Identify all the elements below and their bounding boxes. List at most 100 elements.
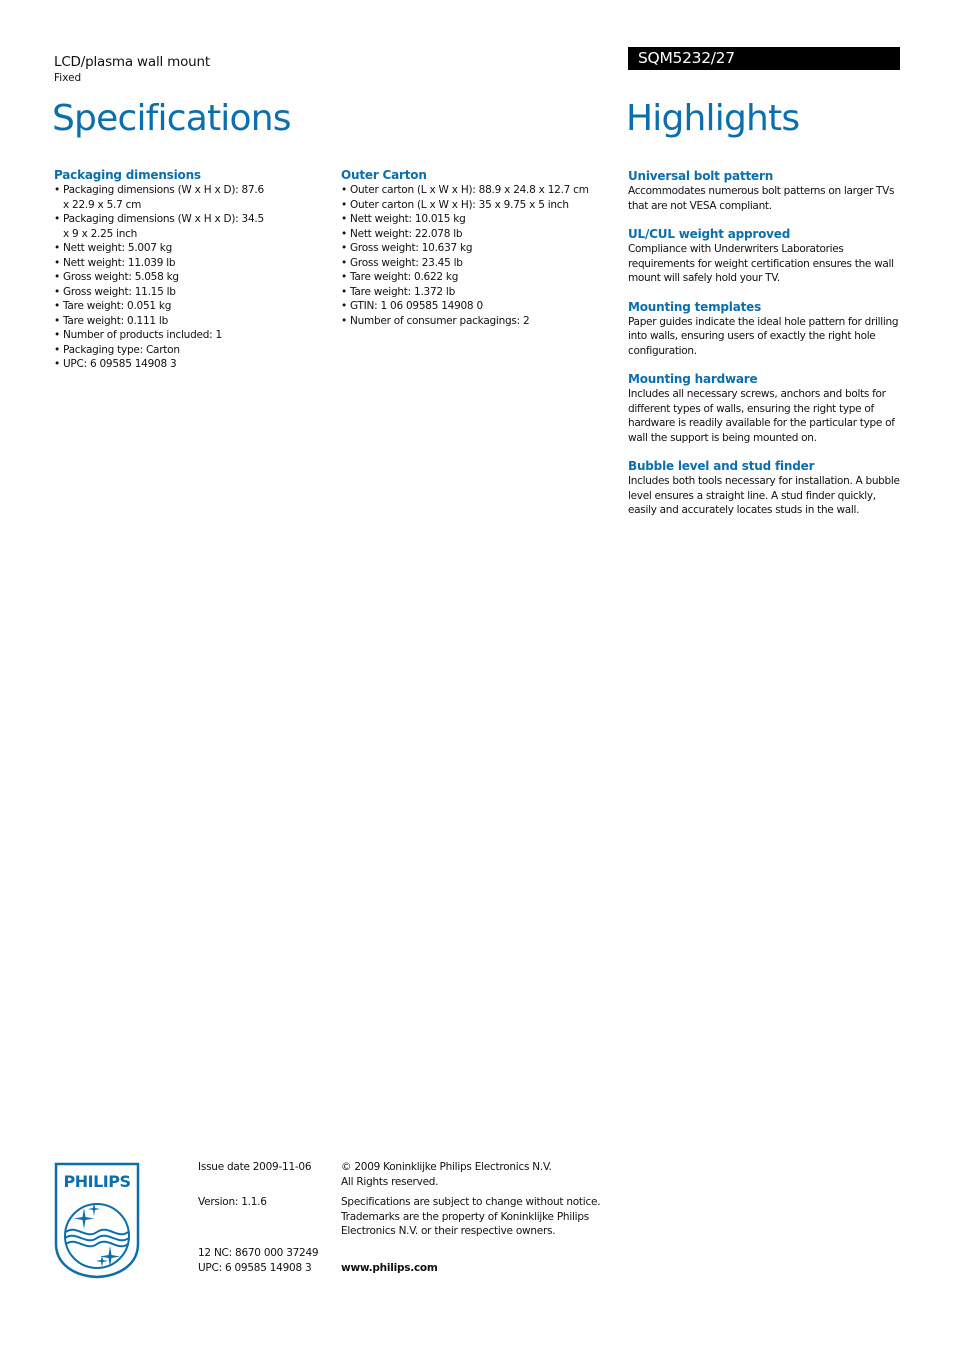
rights-line: All Rights reserved. (341, 1175, 439, 1188)
bullet-icon: • (54, 300, 60, 312)
bullet-icon: • (54, 314, 60, 327)
issue-date: Issue date 2009-11-06 (198, 1161, 312, 1173)
spec-item: • Gross weight: 10.637 kg (341, 241, 621, 256)
bullet-icon: • (341, 314, 347, 327)
highlight-title: UL/CUL weight approved (628, 227, 791, 241)
bullet-icon: • (54, 256, 60, 269)
spec-item: • Gross weight: 23.45 lb (341, 256, 621, 271)
highlight-body: Includes both tools necessary for instal… (628, 475, 900, 516)
highlight-item: Mounting hardware Includes all necessary… (628, 372, 903, 445)
highlight-item: Universal bolt pattern Accommodates nume… (628, 169, 903, 213)
spec-text: GTIN: 1 06 09585 14908 0 (350, 300, 483, 312)
bullet-icon: • (54, 343, 60, 356)
12nc-code: 12 NC: 8670 000 37249 (198, 1247, 319, 1259)
bullet-icon: • (54, 213, 60, 225)
specifications-title: Specifications (52, 98, 292, 139)
spec-text: Outer carton (L x W x H): 35 x 9.75 x 5 … (350, 198, 569, 211)
spec-item: • Nett weight: 22.078 lb (341, 227, 621, 242)
highlight-body: Accommodates numerous bolt patterns on l… (628, 185, 895, 212)
highlight-item: Bubble level and stud finder Includes bo… (628, 459, 903, 518)
spec-item: • Nett weight: 5.007 kg (54, 241, 269, 256)
philips-shield-icon: PHILIPS (54, 1162, 140, 1279)
logo-wordmark: PHILIPS (64, 1172, 131, 1191)
highlight-body: Paper guides indicate the ideal hole pat… (628, 315, 899, 357)
spec-text: Gross weight: 11.15 lb (63, 285, 176, 298)
spec-text: Packaging type: Carton (63, 343, 180, 356)
bullet-icon: • (341, 271, 347, 283)
philips-logo: PHILIPS (54, 1162, 140, 1279)
section-title: Outer Carton (341, 168, 427, 182)
website-link[interactable]: www.philips.com (341, 1261, 438, 1276)
spec-text: Gross weight: 10.637 kg (350, 242, 473, 254)
bullet-icon: • (54, 184, 60, 196)
spec-item: • Gross weight: 11.15 lb (54, 285, 269, 300)
spec-text: Nett weight: 10.015 kg (350, 213, 466, 225)
bullet-icon: • (54, 285, 60, 298)
spec-item: • Nett weight: 11.039 lb (54, 256, 269, 271)
copyright: © 2009 Koninklijke Philips Electronics N… (341, 1160, 611, 1189)
highlight-item: Mounting templates Paper guides indicate… (628, 300, 903, 359)
copyright-line: © 2009 Koninklijke Philips Electronics N… (341, 1161, 552, 1173)
spec-item: • Number of products included: 1 (54, 328, 269, 343)
spec-item: • Outer carton (L x W x H): 88.9 x 24.8 x… (341, 183, 621, 198)
bullet-icon: • (341, 285, 347, 298)
spec-item: • UPC: 6 09585 14908 3 (54, 357, 269, 372)
bullet-icon: • (54, 358, 60, 370)
spec-text: Packaging dimensions (W x H x D): 34.5 x… (63, 213, 264, 240)
spec-item: • Tare weight: 1.372 lb (341, 285, 621, 300)
spec-item: • Tare weight: 0.051 kg (54, 299, 269, 314)
highlights-title: Highlights (626, 98, 800, 139)
spec-item: • Packaging dimensions (W x H x D): 34.5 … (54, 212, 269, 241)
spec-item: • Tare weight: 0.622 kg (341, 270, 621, 285)
spec-item: • Tare weight: 0.111 lb (54, 314, 269, 329)
spec-text: Tare weight: 0.622 kg (350, 271, 459, 283)
bullet-icon: • (341, 184, 347, 196)
highlight-body: Compliance with Underwriters Laboratorie… (628, 243, 894, 284)
highlights-list: Universal bolt pattern Accommodates nume… (628, 169, 903, 532)
upc-code: UPC: 6 09585 14908 3 (198, 1262, 312, 1274)
spec-text: Packaging dimensions (W x H x D): 87.6 x… (63, 184, 264, 211)
spec-item: • Packaging dimensions (W x H x D): 87.6 … (54, 183, 269, 212)
spec-list: • Outer carton (L x W x H): 88.9 x 24.8 x… (341, 183, 621, 328)
highlight-title: Bubble level and stud finder (628, 459, 815, 473)
spec-text: Tare weight: 0.051 kg (63, 300, 172, 312)
disclaimer: Specifications are subject to change wit… (341, 1196, 601, 1237)
bullet-icon: • (341, 242, 347, 254)
spec-text: Number of consumer packagings: 2 (350, 314, 530, 327)
product-type: LCD/plasma wall mount (54, 54, 210, 70)
bullet-icon: • (54, 329, 60, 341)
bullet-icon: • (341, 213, 347, 225)
bullet-icon: • (341, 227, 347, 240)
packaging-dimensions-section: Packaging dimensions • Packaging dimensio… (54, 167, 324, 372)
spec-text: Nett weight: 5.007 kg (63, 242, 173, 254)
spec-item: • Nett weight: 10.015 kg (341, 212, 621, 227)
spec-text: Gross weight: 5.058 kg (63, 271, 179, 283)
spec-text: Number of products included: 1 (63, 329, 222, 341)
version: Version: 1.1.6 (198, 1196, 267, 1208)
spec-item: • Outer carton (L x W x H): 35 x 9.75 x 5… (341, 198, 621, 213)
spec-item: • Gross weight: 5.058 kg (54, 270, 269, 285)
bullet-icon: • (341, 256, 347, 269)
spec-item: • Number of consumer packagings: 2 (341, 314, 621, 329)
section-title: Packaging dimensions (54, 168, 201, 182)
spec-text: UPC: 6 09585 14908 3 (63, 358, 177, 370)
bullet-icon: • (341, 300, 347, 312)
spec-list: • Packaging dimensions (W x H x D): 87.6 … (54, 183, 324, 372)
highlight-item: UL/CUL weight approved Compliance with U… (628, 227, 903, 286)
model-number-bar: SQM5232/27 (628, 47, 900, 70)
highlight-title: Mounting templates (628, 299, 762, 314)
spec-text: Gross weight: 23.45 lb (350, 256, 463, 269)
highlight-title: Universal bolt pattern (628, 169, 774, 183)
spec-text: Outer carton (L x W x H): 88.9 x 24.8 x … (350, 184, 589, 196)
product-variant: Fixed (54, 72, 82, 84)
highlight-title: Mounting hardware (628, 372, 758, 386)
spec-text: Nett weight: 22.078 lb (350, 227, 463, 240)
bullet-icon: • (341, 198, 347, 211)
bullet-icon: • (54, 242, 60, 254)
spec-text: Tare weight: 1.372 lb (350, 285, 455, 298)
bullet-icon: • (54, 271, 60, 283)
spec-item: • Packaging type: Carton (54, 343, 269, 358)
outer-carton-section: Outer Carton • Outer carton (L x W x H): … (341, 167, 621, 328)
highlight-body: Includes all necessary screws, anchors a… (628, 388, 895, 444)
spec-text: Nett weight: 11.039 lb (63, 256, 176, 269)
